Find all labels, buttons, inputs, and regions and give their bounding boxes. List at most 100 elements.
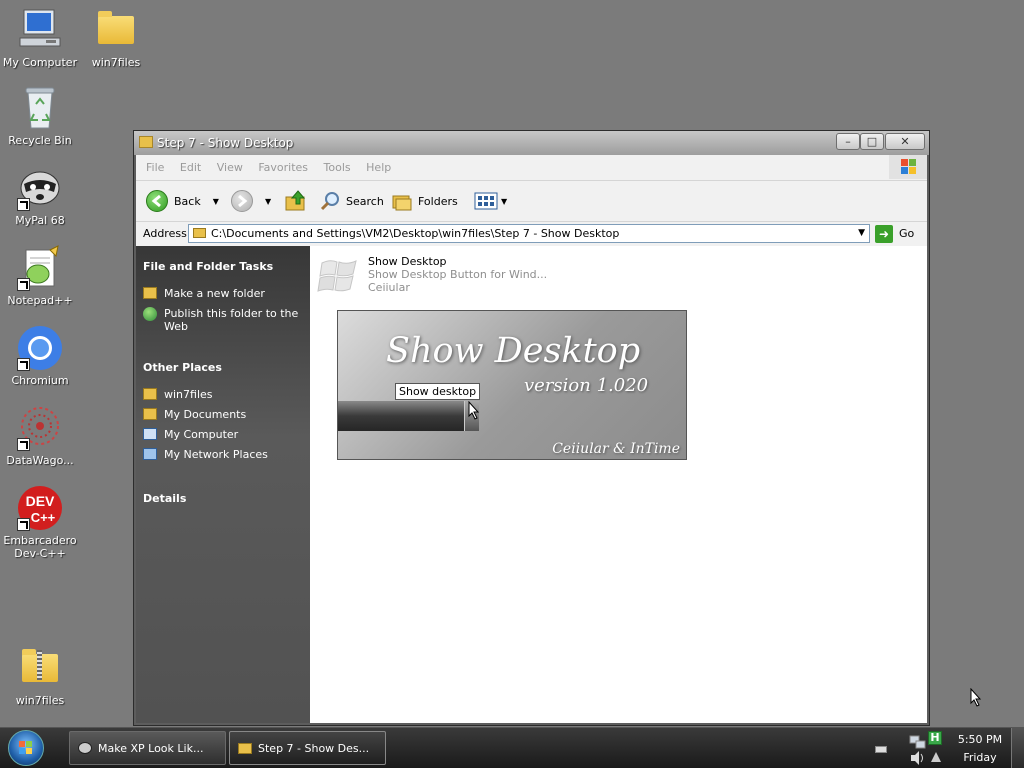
desktop-icon-my-computer[interactable]: My Computer <box>2 6 78 69</box>
desktop-icon-label: Recycle Bin <box>8 134 72 147</box>
search-icon <box>320 192 339 211</box>
search-label: Search <box>346 194 384 208</box>
desktop-icon-label: win7files <box>15 694 65 707</box>
minimize-button[interactable]: – <box>836 133 860 150</box>
computer-icon <box>143 428 157 440</box>
chromium-icon <box>16 324 64 372</box>
preview-title: Show Desktop <box>386 331 641 371</box>
zip-folder-icon <box>16 644 64 692</box>
start-button[interactable] <box>8 730 44 766</box>
shortcut-arrow-icon <box>17 278 30 291</box>
search-button[interactable]: Search <box>319 189 384 213</box>
file-name: Show Desktop <box>368 255 447 268</box>
clock[interactable]: 5:50 PM Friday <box>950 731 1010 767</box>
file-description: Show Desktop Button for Wind... <box>368 268 548 281</box>
go-button[interactable]: ➜ Go <box>875 223 914 244</box>
file-author: Ceiiular <box>368 281 410 294</box>
desktop-icon-notepad-plus-plus[interactable]: Notepad++ <box>2 244 78 307</box>
up-folder-icon <box>285 190 306 211</box>
preview-image: Show Desktop version 1.020 Show desktop … <box>337 310 687 460</box>
go-label: Go <box>899 227 915 240</box>
address-dropdown-icon[interactable]: ▼ <box>858 225 865 242</box>
globe-icon <box>143 307 157 321</box>
shortcut-arrow-icon <box>17 198 30 211</box>
mouse-cursor-icon <box>970 688 982 707</box>
network-tray-icon[interactable] <box>908 732 928 752</box>
folder-icon <box>143 388 157 400</box>
recycle-bin-icon <box>16 84 64 132</box>
devcpp-icon: DEV C++ <box>16 484 64 532</box>
views-dropdown-icon[interactable]: ▼ <box>501 197 507 206</box>
desktop-icon-mypal[interactable]: MyPal 68 <box>2 164 78 227</box>
my-documents-icon <box>143 408 157 420</box>
address-bar: Address C:\Documents and Settings\VM2\De… <box>136 222 927 247</box>
file-item-show-desktop[interactable]: Show Desktop Show Desktop Button for Win… <box>316 253 576 299</box>
place-win7files[interactable]: win7files <box>143 388 213 401</box>
back-arrow-icon <box>146 190 168 212</box>
menu-tools[interactable]: Tools <box>318 155 357 180</box>
volume-icon[interactable] <box>909 750 927 766</box>
place-my-computer[interactable]: My Computer <box>143 428 238 441</box>
taskbar-button-step7[interactable]: Step 7 - Show Des... <box>229 731 386 765</box>
go-arrow-icon: ➜ <box>875 224 893 243</box>
tray-app-icon[interactable]: H <box>928 731 942 745</box>
folder-icon <box>92 6 140 54</box>
views-button[interactable]: ▼ <box>474 189 507 213</box>
menu-edit[interactable]: Edit <box>174 155 207 180</box>
raccoon-icon <box>78 742 92 754</box>
address-field[interactable]: C:\Documents and Settings\VM2\Desktop\wi… <box>188 224 870 243</box>
desktop-icon-datawagon[interactable]: DataWago... <box>2 404 78 467</box>
address-label: Address <box>143 227 187 240</box>
task-pane: File and Folder Tasks Make a new folder … <box>136 246 310 723</box>
publish-folder-link[interactable]: Publish this folder to the Web <box>143 307 303 333</box>
new-folder-icon <box>143 287 157 299</box>
menu-file[interactable]: File <box>140 155 170 180</box>
details-heading[interactable]: Details <box>143 492 186 505</box>
menu-bar: File Edit View Favorites Tools Help <box>136 155 927 181</box>
desktop-icon-win7files-top[interactable]: win7files <box>78 6 154 69</box>
title-bar[interactable]: Step 7 - Show Desktop – □ ✕ <box>134 131 929 155</box>
place-my-documents[interactable]: My Documents <box>143 408 246 421</box>
desktop-icon-label: MyPal 68 <box>15 214 65 227</box>
folders-button[interactable]: Folders <box>391 189 458 213</box>
forward-dropdown-icon[interactable]: ▼ <box>265 197 271 206</box>
other-places-heading[interactable]: Other Places <box>143 361 222 374</box>
maximize-button[interactable]: □ <box>860 133 884 150</box>
clock-time: 5:50 PM <box>957 733 1003 746</box>
windows-logo-icon <box>317 260 357 292</box>
show-desktop-button[interactable] <box>1011 728 1024 768</box>
views-icon <box>474 192 498 210</box>
desktop-icon-win7files-zip[interactable]: win7files <box>2 644 78 707</box>
window-title: Step 7 - Show Desktop <box>157 136 294 150</box>
make-new-folder-link[interactable]: Make a new folder <box>143 287 265 300</box>
keyboard-icon[interactable] <box>875 746 887 753</box>
back-dropdown-icon[interactable]: ▼ <box>213 197 219 206</box>
address-path: C:\Documents and Settings\VM2\Desktop\wi… <box>211 227 620 240</box>
menu-view[interactable]: View <box>211 155 249 180</box>
computer-icon <box>16 6 64 54</box>
place-my-network-places[interactable]: My Network Places <box>143 448 268 461</box>
menu-help[interactable]: Help <box>360 155 397 180</box>
file-list-area: Show Desktop Show Desktop Button for Win… <box>310 246 927 723</box>
desktop-icon-label: My Computer <box>2 56 78 69</box>
system-tray-icon[interactable] <box>929 750 943 764</box>
menu-favorites[interactable]: Favorites <box>252 155 314 180</box>
taskbar-button-make-xp[interactable]: Make XP Look Lik... <box>69 731 226 765</box>
desktop-icon-label: Notepad++ <box>7 294 73 307</box>
desktop-icon-recycle-bin[interactable]: Recycle Bin <box>2 84 78 147</box>
back-button[interactable]: Back ▼ <box>146 189 219 213</box>
datawagon-icon <box>16 404 64 452</box>
desktop-icon-chromium[interactable]: Chromium <box>2 324 78 387</box>
folder-icon <box>139 136 153 148</box>
file-folder-tasks-heading[interactable]: File and Folder Tasks <box>143 260 273 273</box>
desktop-icon-devcpp[interactable]: DEV C++ Embarcadero Dev-C++ <box>2 484 78 560</box>
folders-label: Folders <box>418 194 458 208</box>
clock-day: Friday <box>963 751 997 764</box>
shortcut-arrow-icon <box>17 518 30 531</box>
forward-button[interactable]: ▼ <box>231 189 271 213</box>
preview-taskbar-strip <box>338 401 466 431</box>
network-icon <box>143 448 157 460</box>
preview-tooltip: Show desktop <box>395 383 481 400</box>
up-folder-button[interactable] <box>284 189 308 213</box>
close-button[interactable]: ✕ <box>885 133 925 150</box>
